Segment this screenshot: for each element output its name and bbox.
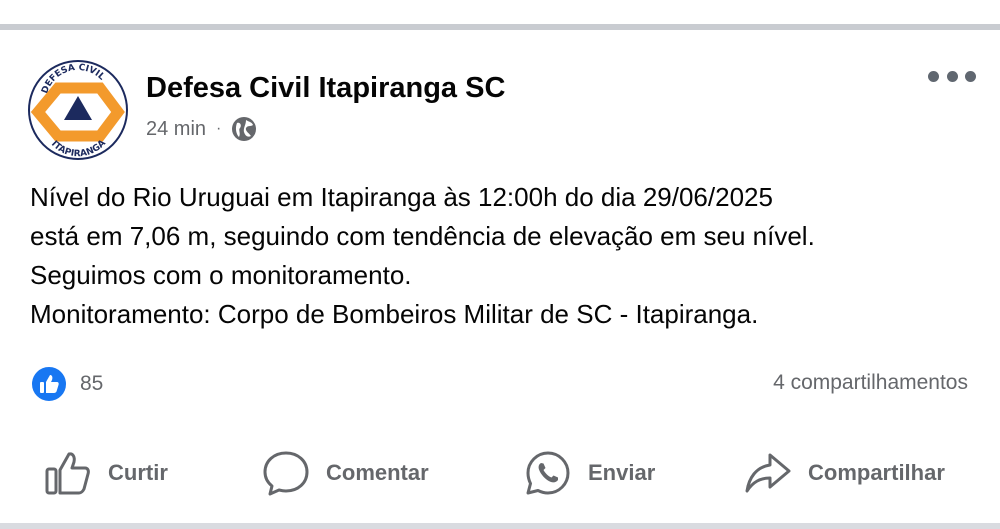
more-options-button[interactable] [928,64,976,88]
like-label: Curtir [108,460,168,485]
comment-bubble-icon [262,449,310,497]
page-name[interactable]: Defesa Civil Itapiranga SC [146,72,505,105]
post-text: Nível do Rio Uruguai em Itapiranga às 12… [30,178,980,334]
ellipsis-dot-icon [928,70,939,82]
globe-icon[interactable] [231,116,257,142]
avatar[interactable]: DEFESA CIVIL ITAPIRANGA [28,60,128,160]
post-time[interactable]: 24 min [146,118,206,141]
defesa-civil-logo: DEFESA CIVIL ITAPIRANGA [30,63,125,158]
post-meta: 24 min · [146,116,257,142]
comment-button[interactable]: Comentar [262,443,429,503]
send-button[interactable]: Enviar [524,443,655,503]
shares-count[interactable]: 4 compartilhamentos [773,371,968,395]
share-arrow-icon [744,449,792,497]
like-icon [30,365,68,403]
share-button[interactable]: Compartilhar [744,443,945,503]
ellipsis-dot-icon [946,70,958,82]
next-post-edge [0,523,1000,529]
post-text-line: está em 7,06 m, seguindo com tendência d… [30,221,815,251]
share-label: Compartilhar [808,460,945,485]
comment-label: Comentar [326,460,429,485]
post-card: DEFESA CIVIL ITAPIRANGA Defesa Civil Ita… [0,30,1000,523]
meta-separator: · [216,120,222,137]
reaction-count: 85 [80,372,104,395]
post-text-line: Monitoramento: Corpo de Bombeiros Milita… [30,299,759,329]
like-button[interactable]: Curtir [44,443,168,503]
previous-post-edge [0,0,1000,24]
ellipsis-dot-icon [965,70,976,82]
thumbs-up-icon [44,449,92,497]
post-actions: Curtir Comentar Enviar Compartilhar [0,443,1000,503]
send-label: Enviar [588,460,656,485]
whatsapp-icon [524,449,572,497]
reactions-summary[interactable]: 85 [30,365,103,403]
post-text-line: Seguimos com o monitoramento. [30,260,412,290]
post-text-line: Nível do Rio Uruguai em Itapiranga às 12… [30,182,773,212]
